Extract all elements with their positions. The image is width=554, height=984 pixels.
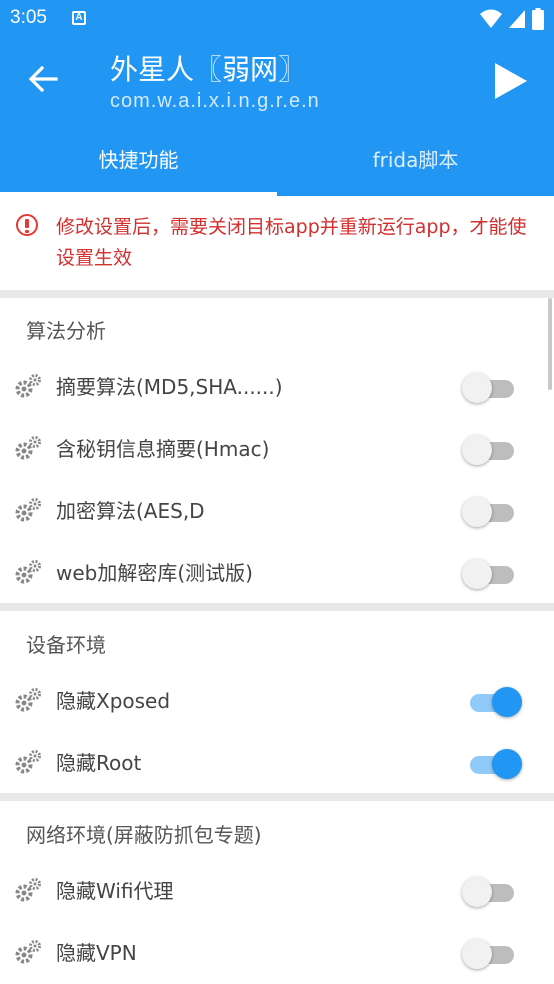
warning-text: 修改设置后，需要关闭目标app并重新运行app，才能使设置生效: [56, 216, 527, 269]
switch-thumb: [492, 687, 522, 717]
toggle-switch[interactable]: [462, 748, 524, 780]
section-title-device-env: 设备环境: [26, 633, 106, 657]
switch-thumb: [462, 877, 492, 907]
warning-banner: 修改设置后，需要关闭目标app并重新运行app，才能使设置生效: [0, 196, 554, 288]
gears-icon: [15, 878, 41, 902]
setting-label: 隐藏Xposed: [56, 689, 171, 713]
wifi-icon: [480, 9, 502, 28]
app-bar: 3:05 A 外星人〖弱网〗 com.w.a.i.x.i.n.g.r.e.n 快…: [0, 0, 554, 196]
tab-label: 快捷功能: [98, 148, 179, 172]
toggle-switch[interactable]: [462, 496, 524, 528]
back-arrow-icon[interactable]: [26, 62, 60, 96]
gears-icon: [15, 940, 41, 964]
setting-label: 加密算法(AES,D: [56, 499, 205, 523]
setting-row-hide-root[interactable]: 隐藏Root: [0, 732, 554, 794]
setting-row-hide-xposed[interactable]: 隐藏Xposed: [0, 670, 554, 732]
section-title-algorithm: 算法分析: [26, 319, 106, 343]
tab-label: frida脚本: [372, 148, 459, 172]
toggle-switch[interactable]: [462, 876, 524, 908]
switch-thumb: [462, 435, 492, 465]
setting-row-encryption[interactable]: 加密算法(AES,D: [0, 480, 554, 542]
notification-a-icon: A: [72, 11, 86, 25]
tab-bar: 快捷功能 frida脚本: [0, 130, 554, 196]
section-divider: [0, 793, 554, 801]
setting-label: 隐藏VPN: [56, 941, 137, 965]
setting-label: 隐藏Root: [56, 751, 142, 775]
setting-label: 摘要算法(MD5,SHA......): [56, 375, 283, 399]
setting-row-digest[interactable]: 摘要算法(MD5,SHA......): [0, 356, 554, 418]
system-icons: [480, 8, 544, 30]
switch-thumb: [462, 939, 492, 969]
switch-thumb: [462, 497, 492, 527]
toggle-switch[interactable]: [462, 686, 524, 718]
gears-icon: [15, 436, 41, 460]
play-icon[interactable]: [492, 62, 530, 100]
setting-label: 含秘钥信息摘要(Hmac): [56, 437, 270, 461]
gears-icon: [15, 498, 41, 522]
setting-row-hide-vpn[interactable]: 隐藏VPN: [0, 922, 554, 984]
toolbar: 外星人〖弱网〗 com.w.a.i.x.i.n.g.r.e.n: [0, 40, 554, 128]
tab-quick-functions[interactable]: 快捷功能: [0, 130, 277, 196]
gears-icon: [15, 560, 41, 584]
gears-icon: [15, 750, 41, 774]
setting-label: web加解密库(测试版): [56, 561, 253, 585]
setting-row-hmac[interactable]: 含秘钥信息摘要(Hmac): [0, 418, 554, 480]
tab-frida-scripts[interactable]: frida脚本: [277, 130, 554, 196]
switch-thumb: [492, 749, 522, 779]
toggle-switch[interactable]: [462, 558, 524, 590]
signal-icon: [509, 10, 525, 28]
setting-row-web-crypto[interactable]: web加解密库(测试版): [0, 542, 554, 604]
app-title: 外星人〖弱网〗: [110, 53, 307, 86]
toggle-switch[interactable]: [462, 434, 524, 466]
toggle-switch[interactable]: [462, 938, 524, 970]
status-time: 3:05: [10, 7, 47, 28]
app-package: com.w.a.i.x.i.n.g.r.e.n: [110, 90, 320, 112]
setting-label: 隐藏Wifi代理: [56, 879, 174, 903]
error-alert-icon: [16, 214, 38, 236]
section-divider: [0, 290, 554, 298]
switch-thumb: [462, 373, 492, 403]
battery-icon: [532, 8, 544, 30]
section-title-network-env: 网络环境(屏蔽防抓包专题): [26, 823, 262, 847]
toggle-switch[interactable]: [462, 372, 524, 404]
gears-icon: [15, 374, 41, 398]
setting-row-hide-wifi-proxy[interactable]: 隐藏Wifi代理: [0, 860, 554, 922]
status-bar: 3:05 A: [0, 0, 554, 38]
switch-thumb: [462, 559, 492, 589]
gears-icon: [15, 688, 41, 712]
section-divider: [0, 603, 554, 611]
